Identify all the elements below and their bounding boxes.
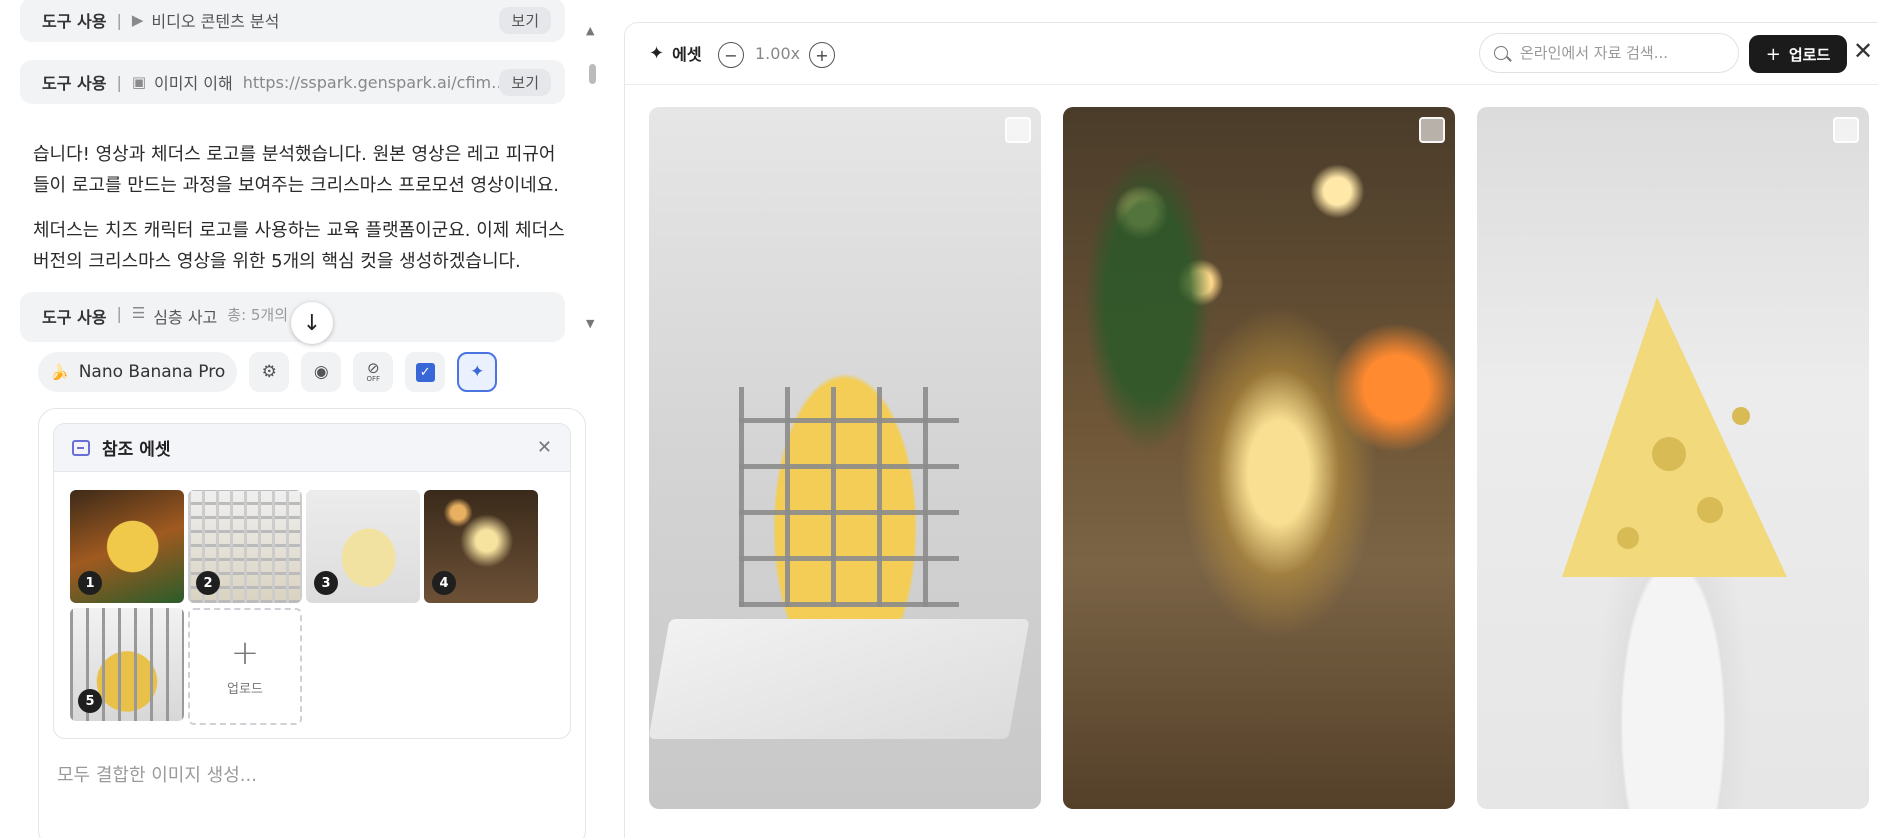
message-line: 습니다! 영상과 체더스 로고를 분석했습니다. 원본 영상은 레고 피규어 — [33, 144, 556, 165]
card-image-floor — [649, 619, 1030, 739]
asset-card-glowing-cheese[interactable] — [1063, 107, 1455, 809]
reference-thumbnail-1[interactable]: 1 — [70, 490, 184, 603]
reference-thumbnail-4[interactable]: 4 — [424, 490, 538, 603]
off-badge: OFF — [366, 375, 381, 383]
sparkle-generate-button[interactable]: ✦ — [457, 352, 498, 392]
settings-sliders-button[interactable]: ⚙ — [249, 352, 290, 392]
minus-icon: − — [724, 45, 738, 65]
composer-box: 참조 에셋 ✕ 1 2 3 4 5 + 업로드 모두 결합한 이미지 생성... — [38, 408, 586, 838]
cheese-hole — [1732, 407, 1750, 425]
list-icon: ☰ — [131, 304, 146, 322]
close-icon[interactable]: ✕ — [537, 437, 552, 458]
scroll-up-arrow-icon[interactable]: ▲ — [586, 24, 594, 37]
search-input[interactable] — [1520, 44, 1710, 62]
tool-use-row-image[interactable]: 도구 사용 | ▣ 이미지 이해 https://sspark.genspark… — [20, 60, 565, 104]
tool-detail: 총: 5개의 — [227, 306, 289, 324]
reference-thumbnail-5[interactable]: 5 — [70, 608, 184, 721]
tool-name: 이미지 이해 — [154, 74, 233, 93]
separator: | — [116, 10, 122, 30]
assistant-message-1: 습니다! 영상과 체더스 로고를 분석했습니다. 원본 영상은 레고 피규어 들… — [33, 139, 573, 201]
upload-reference-button[interactable]: + 업로드 — [188, 608, 302, 725]
scroll-to-bottom-button[interactable]: ↓ — [291, 302, 333, 344]
banana-icon: 🍌 — [50, 363, 69, 381]
thumbnail-number: 3 — [314, 571, 338, 595]
sparkle-icon: ✦ — [470, 362, 485, 382]
tool-use-row-video[interactable]: 도구 사용 | ▶ 비디오 콘텐츠 분석 보기 — [20, 0, 565, 42]
message-line: 체더스는 치즈 캐릭터 로고를 사용하는 교육 플랫폼이군요. 이제 체더스 — [33, 220, 565, 241]
prompt-input[interactable]: 모두 결합한 이미지 생성... — [57, 761, 257, 787]
cheese-hole — [1617, 527, 1639, 549]
reference-icon — [72, 439, 90, 456]
zoom-in-button[interactable]: + — [809, 42, 835, 68]
plus-icon: + — [1765, 43, 1781, 65]
assistant-message-2: 체더스는 치즈 캐릭터 로고를 사용하는 교육 플랫폼이군요. 이제 체더스 버… — [33, 215, 573, 277]
view-button[interactable]: 보기 — [499, 6, 551, 34]
composer-toolbar: 🍌 Nano Banana Pro ⚙ ◉ ⊘ OFF ✓ ✦ — [38, 352, 498, 392]
tool-use-label: 도구 사용 — [42, 12, 107, 31]
card-image-tree — [1073, 127, 1223, 477]
model-label: Nano Banana Pro — [78, 362, 226, 382]
close-icon[interactable]: ✕ — [1853, 37, 1873, 65]
reference-thumbnail-2[interactable]: 2 — [188, 490, 302, 603]
circle-dot-icon: ◉ — [313, 362, 329, 382]
video-icon: ▶ — [131, 11, 144, 29]
message-line: 버전의 크리스마스 영상을 위한 5개의 핵심 컷을 생성하겠습니다. — [33, 251, 521, 272]
thumbnail-number: 4 — [432, 571, 456, 595]
model-selector[interactable]: 🍌 Nano Banana Pro — [38, 352, 238, 392]
scroll-down-arrow-icon[interactable]: ▼ — [586, 317, 594, 330]
zoom-level: 1.00x — [755, 44, 801, 63]
plus-icon: + — [815, 45, 829, 65]
zoom-out-button[interactable]: − — [718, 42, 744, 68]
reference-thumbnail-3[interactable]: 3 — [306, 490, 420, 603]
reference-assets-card: 참조 에셋 ✕ 1 2 3 4 5 + 업로드 — [53, 423, 571, 739]
thumbnail-number: 2 — [196, 571, 220, 595]
thumbnail-number: 1 — [78, 571, 102, 595]
plus-icon: + — [230, 633, 260, 673]
tool-name: 비디오 콘텐츠 분석 — [151, 12, 280, 31]
thumbnail-number: 5 — [78, 689, 102, 713]
view-button[interactable]: 보기 — [499, 68, 551, 96]
asset-panel-title: ✦ 에셋 — [649, 41, 702, 65]
reference-assets-header: 참조 에셋 ✕ — [54, 424, 570, 472]
arrow-down-icon: ↓ — [302, 310, 322, 336]
asset-select-checkbox[interactable] — [1419, 117, 1445, 143]
asset-card-cheese-wedge[interactable] — [1477, 107, 1869, 809]
checkbox-toggle-button[interactable]: ✓ — [405, 352, 446, 392]
reference-assets-title: 참조 에셋 — [102, 440, 171, 460]
checkmark-icon: ✓ — [415, 362, 435, 382]
scrollbar-thumb[interactable] — [589, 64, 596, 84]
separator: | — [116, 304, 122, 323]
tool-use-label: 도구 사용 — [42, 308, 107, 327]
asset-panel-header: ✦ 에셋 − 1.00x + + 업로드 ✕ — [625, 23, 1878, 85]
online-search-box[interactable] — [1479, 33, 1739, 73]
search-icon — [1494, 46, 1508, 60]
upload-button[interactable]: + 업로드 — [1749, 35, 1847, 73]
camera-off-button[interactable]: ⊘ OFF — [353, 352, 394, 392]
sparkle-icon: ✦ — [649, 42, 665, 64]
asset-select-checkbox[interactable] — [1833, 117, 1859, 143]
chat-panel: 도구 사용 | ▶ 비디오 콘텐츠 분석 보기 도구 사용 | ▣ 이미지 이해… — [0, 0, 600, 838]
tool-name: 심층 사고 — [153, 308, 218, 327]
mode-toggle-button[interactable]: ◉ — [301, 352, 342, 392]
tool-use-label: 도구 사용 — [42, 74, 107, 93]
upload-label: 업로드 — [227, 682, 263, 697]
image-icon: ▣ — [131, 73, 147, 91]
asset-select-checkbox[interactable] — [1005, 117, 1031, 143]
camera-off-icon: ⊘ — [366, 359, 380, 377]
asset-title-label: 에셋 — [672, 45, 702, 64]
chat-scrollbar[interactable]: ▲ ▼ — [584, 24, 600, 330]
cheese-hole — [1652, 437, 1686, 471]
asset-panel: ✦ 에셋 − 1.00x + + 업로드 ✕ — [624, 22, 1878, 838]
tool-detail-url: https://sspark.genspark.ai/cfim… — [242, 72, 500, 92]
asset-card-cheese-construction[interactable] — [649, 107, 1041, 809]
sliders-icon: ⚙ — [261, 362, 277, 382]
message-line: 들이 로고를 만드는 과정을 보여주는 크리스마스 프로모션 영상이네요. — [33, 175, 560, 196]
separator: | — [116, 72, 122, 92]
cheese-hole — [1697, 497, 1723, 523]
upload-button-label: 업로드 — [1788, 45, 1831, 64]
